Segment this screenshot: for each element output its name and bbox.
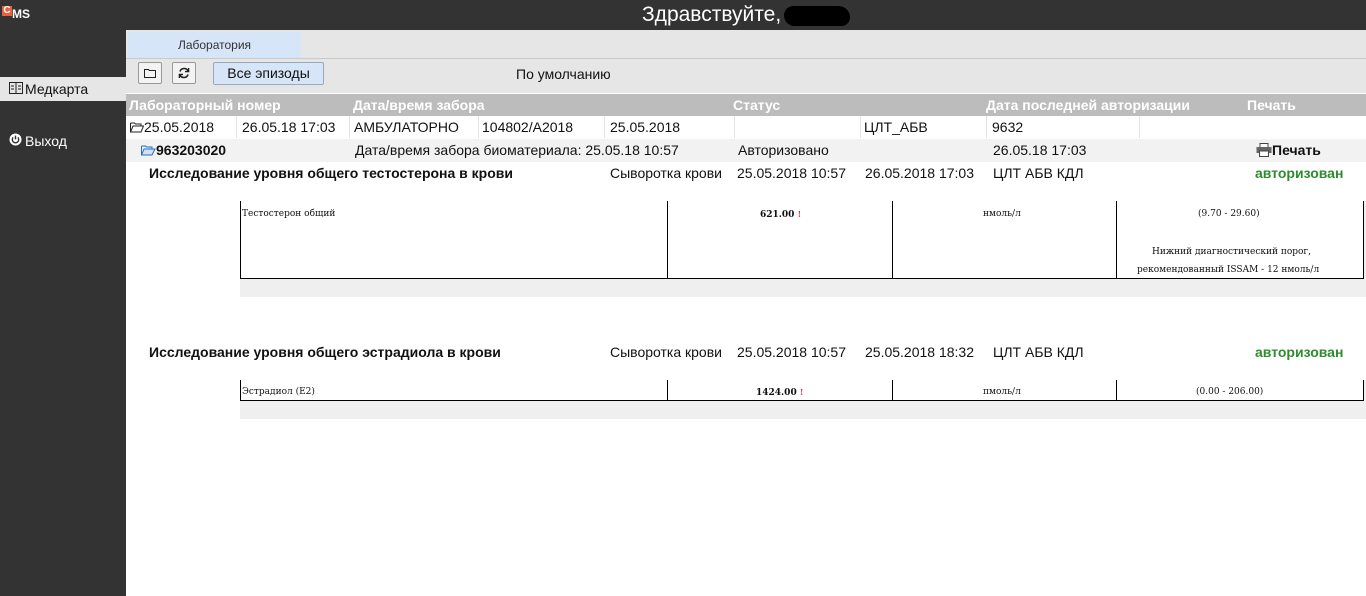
sidebar-item-medcard[interactable]: Медкарта [0, 77, 126, 101]
abnormal-flag-icon: ! [797, 209, 802, 219]
sidebar-item-label: Выход [25, 133, 67, 149]
folder-icon [144, 69, 156, 78]
print-button[interactable]: Печать [1256, 139, 1321, 162]
test-lab: ЦЛТ АБВ КДЛ [993, 165, 1084, 181]
result-spacer [240, 185, 1366, 201]
tab-bar: Лаборатория [126, 30, 1366, 59]
sidebar-item-label: Медкарта [25, 81, 89, 97]
logo-mark: C [2, 5, 12, 16]
divider [349, 116, 350, 138]
folder-open-icon [141, 145, 156, 156]
greeting: Здравствуйте, [642, 3, 782, 26]
tab-laboratory[interactable]: Лаборатория [128, 32, 301, 58]
result-block: Эстрадиол (E2) 1424.00 ! пмоль/л (0.00 -… [240, 364, 1366, 419]
test-title: Исследование уровня общего тестостерона … [149, 165, 513, 181]
result-unit: пмоль/л [983, 387, 1021, 397]
all-episodes-button[interactable]: Все эпизоды [213, 62, 324, 85]
result-value-cell: 1424.00 ! [756, 387, 804, 398]
test-status: авторизован [1255, 344, 1344, 360]
episode-code: 104802/A2018 [482, 119, 574, 135]
column-header[interactable]: Лабораторный номер [129, 97, 281, 113]
column-header[interactable]: Печать [1247, 97, 1296, 113]
test-collected: 25.05.2018 10:57 [737, 344, 846, 360]
test-authorized: 26.05.2018 17:03 [865, 165, 974, 181]
test-row[interactable]: Исследование уровня общего эстрадиола в … [126, 341, 1366, 364]
refresh-icon [178, 67, 190, 79]
folder-open-icon [130, 122, 145, 133]
test-material: Сыворотка крови [610, 344, 722, 360]
result-unit: нмоль/л [983, 209, 1021, 219]
test-lab: ЦЛТ АБВ КДЛ [993, 344, 1084, 360]
test-status: авторизован [1255, 165, 1344, 181]
default-filter-label[interactable]: По умолчанию [516, 66, 611, 82]
divider [734, 116, 735, 138]
order-number-cell[interactable]: 963203020 [141, 139, 226, 162]
redacted-name [784, 6, 850, 26]
order-row[interactable]: 963203020 Дата/время забора биоматериала… [126, 139, 1366, 162]
divider [986, 116, 987, 138]
test-authorized: 25.05.2018 18:32 [865, 344, 974, 360]
episode-date2: 25.05.2018 [610, 119, 681, 135]
result-spacer [240, 364, 1366, 380]
order-status: Авторизовано [738, 142, 829, 158]
sidebar: C MS Медкарта Выход [0, 0, 126, 596]
test-collected: 25.05.2018 10:57 [737, 165, 846, 181]
result-value-cell: 621.00 ! [760, 209, 802, 220]
episode-datetime: 26.05.18 17:03 [242, 119, 336, 135]
result-note: Нижний диагностический порог, [1152, 247, 1312, 257]
order-auth-date: 26.05.18 17:03 [993, 142, 1087, 158]
episode-type: АМБУЛАТОРНО [354, 119, 459, 135]
power-icon [9, 133, 25, 149]
result-table: Тестостерон общий 621.00 ! нмоль/л (9.70… [240, 201, 1364, 279]
test-row[interactable]: Исследование уровня общего тестостерона … [126, 162, 1366, 185]
printer-icon [1256, 143, 1272, 157]
sidebar-item-logout[interactable]: Выход [0, 129, 126, 153]
result-block: Тестостерон общий 621.00 ! нмоль/л (9.70… [240, 185, 1366, 297]
top-bar: Здравствуйте, [126, 0, 1366, 30]
divider [478, 116, 479, 138]
divider [1139, 116, 1140, 138]
table-header: Лабораторный номер Дата/время забора Ста… [126, 94, 1366, 116]
divider [604, 116, 605, 138]
column-header[interactable]: Дата/время забора [353, 97, 485, 113]
medcard-icon [9, 81, 25, 97]
result-name: Эстрадиол (E2) [242, 387, 315, 397]
result-range: (0.00 - 206.00) [1196, 387, 1264, 397]
episode-lab: ЦЛТ_АБВ [864, 119, 928, 135]
logo-text: MS [12, 7, 30, 21]
episode-number: 9632 [992, 119, 1024, 135]
app-logo[interactable]: C MS [2, 4, 32, 24]
result-name: Тестостерон общий [242, 209, 336, 219]
abnormal-flag-icon: ! [799, 387, 804, 397]
result-note: рекомендованный ISSAM - 12 нмоль/л [1137, 265, 1320, 275]
result-table: Эстрадиол (E2) 1424.00 ! пмоль/л (0.00 -… [240, 380, 1364, 401]
column-header[interactable]: Статус [733, 97, 780, 113]
episode-row[interactable]: 25.05.2018 26.05.18 17:03 АМБУЛАТОРНО 10… [126, 116, 1366, 139]
column-header[interactable]: Дата последней авторизации [986, 97, 1190, 113]
order-collection: Дата/время забора биоматериала: 25.05.18… [355, 142, 679, 158]
toolbar: Все эпизоды По умолчанию [126, 59, 1366, 93]
test-title: Исследование уровня общего эстрадиола в … [149, 344, 501, 360]
result-range: (9.70 - 29.60) [1198, 209, 1260, 219]
refresh-button[interactable] [172, 62, 196, 84]
divider [236, 116, 237, 138]
divider [860, 116, 861, 138]
open-folder-button[interactable] [138, 62, 162, 84]
test-material: Сыворотка крови [610, 165, 722, 181]
episode-date-cell: 25.05.2018 [130, 116, 214, 138]
